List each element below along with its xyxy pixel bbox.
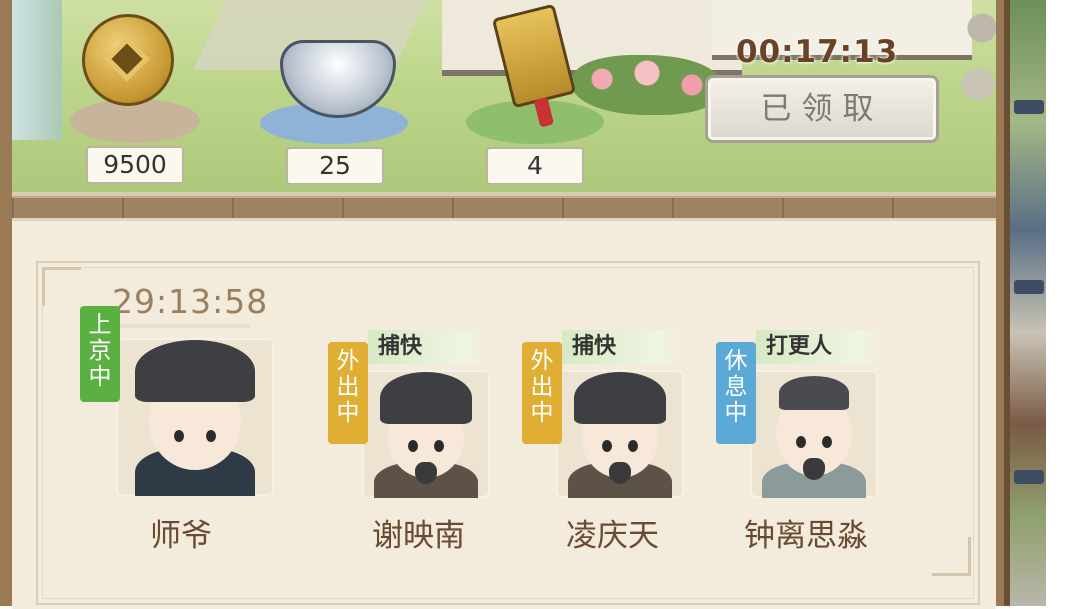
town-background-strip [1010, 0, 1046, 606]
building-roof [1014, 470, 1044, 484]
character-eye [796, 436, 806, 448]
status-badge: 休息中 [716, 342, 756, 444]
pond-scenery [12, 0, 62, 140]
character-eye [822, 436, 832, 448]
reward-amount: 9500 [86, 146, 184, 184]
character-name: 师爷 [150, 518, 212, 554]
reward-plate [70, 99, 200, 143]
character-eye [206, 430, 216, 442]
status-badge: 上京中 [80, 306, 120, 402]
character-beard [803, 458, 825, 480]
character-portrait [362, 370, 490, 498]
status-badge: 外出中 [522, 342, 562, 444]
job-tag: 打更人 [756, 330, 884, 364]
character-portrait [750, 370, 878, 498]
character-beard [609, 462, 631, 484]
character-eye [434, 440, 444, 452]
reward-copper-coin[interactable]: 9500 [60, 14, 210, 184]
job-tag: 捕快 [368, 330, 488, 364]
reward-token-plaque[interactable]: 4 [460, 0, 610, 185]
character-name: 凌庆天 [566, 518, 659, 554]
character-beard [415, 462, 437, 484]
token-plaque-icon [491, 3, 577, 109]
official-hat-icon [135, 340, 255, 402]
character-card-zhonglisimiao[interactable]: 打更人 休息中 钟离思淼 [714, 330, 914, 560]
character-name: 钟离思淼 [744, 518, 868, 554]
constable-hat-icon [380, 372, 472, 424]
constable-hat-icon [574, 372, 666, 424]
copper-coin-icon [82, 14, 174, 106]
hair-bun-icon [779, 376, 849, 410]
reward-amount: 4 [486, 147, 584, 185]
wooden-divider [12, 196, 996, 220]
character-portrait [116, 338, 274, 496]
claimed-button[interactable]: 已领取 [705, 75, 939, 143]
reward-silver-ingot[interactable]: 25 [260, 30, 410, 185]
character-name: 谢映南 [372, 518, 465, 554]
building-roof [1014, 100, 1044, 114]
building-roof [1014, 280, 1044, 294]
character-card-shiye[interactable]: 上京中 师爷 [76, 300, 286, 560]
character-eye [408, 440, 418, 452]
character-eye [628, 440, 638, 452]
reward-panel-frame: 9500 25 4 00:17:13 已领取 29:13:58 上京中 师爷 捕… [0, 0, 1010, 609]
character-portrait [556, 370, 684, 498]
rock-scenery [962, 0, 996, 140]
job-tag: 捕快 [562, 330, 682, 364]
character-eye [602, 440, 612, 452]
character-card-xieyingnan[interactable]: 捕快 外出中 谢映南 [326, 330, 516, 560]
character-card-lingqingtian[interactable]: 捕快 外出中 凌庆天 [520, 330, 710, 560]
reward-amount: 25 [286, 147, 384, 185]
status-badge: 外出中 [328, 342, 368, 444]
reward-timer: 00:17:13 [736, 34, 899, 70]
character-eye [174, 430, 184, 442]
corner-fret-ornament [932, 537, 971, 576]
